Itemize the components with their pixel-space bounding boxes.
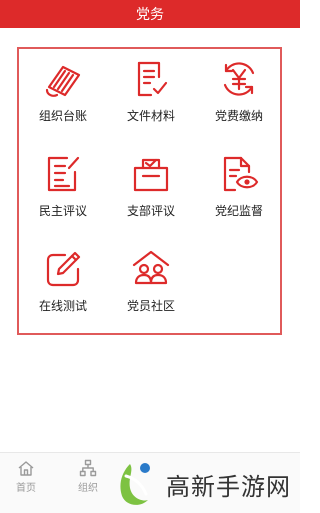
grid-item-label: 党费缴纳 xyxy=(214,109,263,123)
page-title: 党务 xyxy=(136,7,164,23)
grid-item-organization-ledger[interactable]: 组织台账 xyxy=(19,49,107,145)
grid-item-label: 党员社区 xyxy=(126,299,175,313)
community-people-icon xyxy=(129,247,173,291)
tab-organization[interactable]: 组织 xyxy=(68,457,108,513)
party-affairs-grid: 组织台账 文件材料 党费缴纳 民主评议 支部评议 党纪监督 在线测试 党员社区 xyxy=(17,47,282,335)
tab-home[interactable]: 首页 xyxy=(6,457,46,513)
tab-home-label: 首页 xyxy=(16,483,36,494)
grid-item-branch-review[interactable]: 支部评议 xyxy=(107,144,195,240)
grid-item-label: 组织台账 xyxy=(38,109,87,123)
page-title-bar: 党务 xyxy=(0,0,300,28)
grid-item-label: 党纪监督 xyxy=(214,204,263,218)
document-check-icon xyxy=(129,57,173,101)
org-chart-icon xyxy=(79,459,97,477)
watermark: 高新手游网 xyxy=(112,458,298,510)
grid-item-democratic-review[interactable]: 民主评议 xyxy=(19,144,107,240)
grid-item-label: 支部评议 xyxy=(126,204,175,218)
grid-item-discipline-supervision[interactable]: 党纪监督 xyxy=(195,144,283,240)
tab-organization-label: 组织 xyxy=(78,483,98,494)
grid-item-label: 文件材料 xyxy=(126,109,175,123)
edit-note-icon xyxy=(41,152,85,196)
grid-item-label: 民主评议 xyxy=(38,204,87,218)
grid-item-party-dues[interactable]: 党费缴纳 xyxy=(195,49,283,145)
ledger-icon xyxy=(41,57,85,101)
grid-item-member-community[interactable]: 党员社区 xyxy=(107,239,195,335)
ballot-box-icon xyxy=(129,152,173,196)
document-eye-icon xyxy=(217,152,261,196)
grid-item-online-test[interactable]: 在线测试 xyxy=(19,239,107,335)
grid-item-label: 在线测试 xyxy=(38,299,87,313)
yuan-refresh-icon xyxy=(217,57,261,101)
grid-item-documents[interactable]: 文件材料 xyxy=(107,49,195,145)
pencil-square-icon xyxy=(41,247,85,291)
home-icon xyxy=(18,461,34,476)
watermark-text: 高新手游网 xyxy=(166,472,291,501)
watermark-logo-icon xyxy=(120,463,150,505)
